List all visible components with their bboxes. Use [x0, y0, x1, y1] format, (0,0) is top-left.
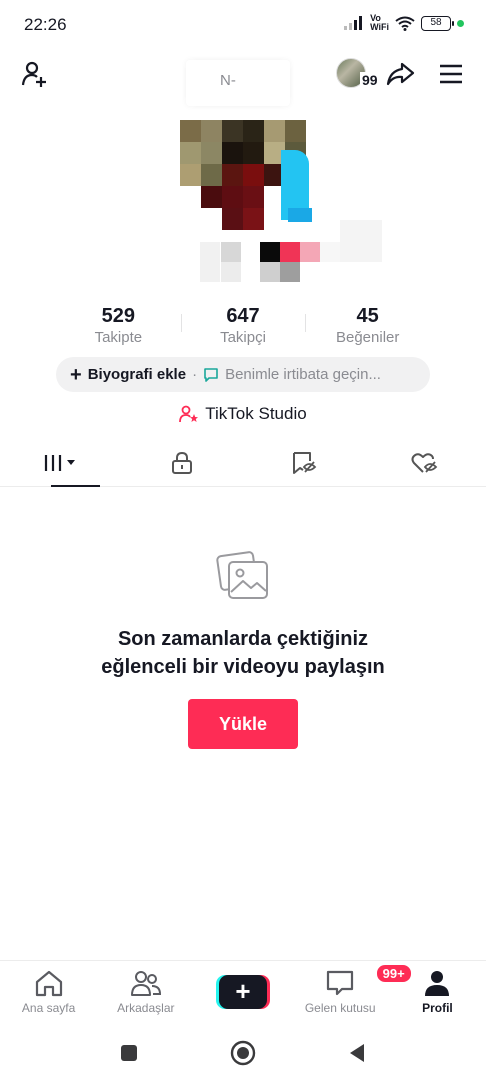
empty-title-line1: Son zamanlarda çektiğiniz — [117, 628, 369, 650]
nav-inbox-label: Gelen kutusu — [304, 1001, 376, 1015]
following-count: 529 — [101, 305, 136, 327]
profile-stats: 529 Takipte 647 Takipçi 45 Beğeniler — [56, 304, 430, 348]
notification-count: 99 — [360, 72, 380, 88]
lock-icon — [172, 451, 193, 474]
create-button[interactable]: + — [216, 975, 270, 1011]
nav-friends[interactable]: Arkadaşlar — [97, 961, 194, 1026]
home-system-button[interactable] — [230, 1040, 256, 1066]
nav-home[interactable]: Ana sayfa — [0, 961, 97, 1026]
studio-label: TikTok Studio — [205, 404, 307, 423]
bookmark-hidden-icon — [292, 452, 317, 474]
heart-hidden-icon — [411, 453, 438, 473]
following-label: Takipte — [94, 329, 143, 346]
privacy-dot — [457, 19, 464, 27]
add-bio-label: Biyografi ekle — [87, 366, 187, 383]
notifications-avatar[interactable]: 99 — [336, 58, 380, 92]
tab-private[interactable] — [122, 440, 244, 486]
contact-me-button[interactable]: Benimle irtibata geçin... — [203, 366, 381, 383]
add-bio-button[interactable]: + Biyografi ekle — [70, 363, 187, 386]
profile-avatar[interactable] — [180, 118, 312, 230]
likes-count: 45 — [356, 305, 379, 327]
bio-separator: · — [192, 366, 198, 383]
photos-icon — [216, 551, 268, 599]
back-triangle-icon — [350, 1044, 364, 1062]
empty-state: Son zamanlarda çektiğiniz eğlenceli bir … — [0, 548, 486, 749]
tab-liked[interactable] — [365, 440, 486, 486]
tiktok-studio-link[interactable]: TikTok Studio — [0, 402, 486, 426]
likes-stat[interactable]: 45 Beğeniler — [305, 304, 430, 348]
signal-icon — [344, 16, 363, 30]
upload-button[interactable]: Yükle — [188, 699, 298, 749]
followers-count: 647 — [226, 305, 260, 327]
nav-profile-label: Profil — [422, 1001, 453, 1015]
nav-create[interactable]: + — [194, 961, 291, 1026]
nav-home-label: Ana sayfa — [21, 1001, 76, 1015]
video-grid-icon — [44, 455, 75, 471]
create-plus: + — [219, 975, 267, 1009]
menu-button[interactable] — [435, 58, 467, 90]
add-friend-icon — [21, 61, 46, 87]
circle-icon — [230, 1040, 256, 1066]
bio-bar: + Biyografi ekle · Benimle irtibata geçi… — [56, 357, 430, 392]
contact-me-label: Benimle irtibata geçin... — [225, 366, 381, 383]
followers-label: Takipçi — [220, 329, 266, 346]
following-stat[interactable]: 529 Takipte — [56, 304, 181, 348]
volte-icon: Vo WiFi — [370, 14, 389, 32]
tab-videos[interactable] — [0, 440, 122, 487]
home-icon — [35, 970, 62, 997]
bottom-nav: Ana sayfa Arkadaşlar + 99+ Gelen kutusu … — [0, 960, 486, 1026]
friends-icon — [130, 971, 161, 996]
wifi-icon — [395, 16, 415, 31]
followers-stat[interactable]: 647 Takipçi — [180, 304, 306, 348]
nav-profile[interactable]: Profil — [389, 961, 486, 1026]
share-icon — [386, 62, 415, 86]
profile-icon — [425, 971, 450, 996]
add-friend-button[interactable] — [18, 58, 50, 90]
profile-username[interactable]: N- — [186, 60, 290, 106]
back-button[interactable] — [348, 1042, 366, 1064]
share-button[interactable] — [384, 58, 416, 90]
system-nav — [0, 1026, 486, 1080]
tab-reposts[interactable] — [243, 440, 365, 486]
nav-friends-label: Arkadaşlar — [117, 1001, 175, 1015]
inbox-icon — [327, 970, 354, 996]
studio-user-icon — [179, 405, 199, 423]
content-tabs — [0, 440, 486, 487]
plus-icon: + — [70, 363, 82, 386]
nav-inbox[interactable]: 99+ Gelen kutusu — [292, 961, 413, 1026]
blurred-username — [200, 220, 382, 282]
empty-title-line2: eğlenceli bir videoyu paylaşın — [101, 656, 385, 678]
empty-title: Son zamanlarda çektiğiniz eğlenceli bir … — [0, 625, 486, 681]
hamburger-menu-icon — [440, 64, 462, 84]
volte-bottom: WiFi — [370, 22, 389, 32]
battery-icon: 58 — [421, 15, 454, 31]
status-time: 22:26 — [24, 15, 67, 34]
status-icons: Vo WiFi 58 — [344, 14, 464, 32]
profile-header: N- 99 — [0, 52, 486, 106]
likes-label: Beğeniler — [335, 329, 400, 346]
status-bar: 22:26 Vo WiFi 58 — [0, 0, 486, 52]
message-bubble-icon — [204, 367, 218, 382]
recents-button[interactable] — [120, 1044, 138, 1062]
square-icon — [121, 1045, 137, 1061]
